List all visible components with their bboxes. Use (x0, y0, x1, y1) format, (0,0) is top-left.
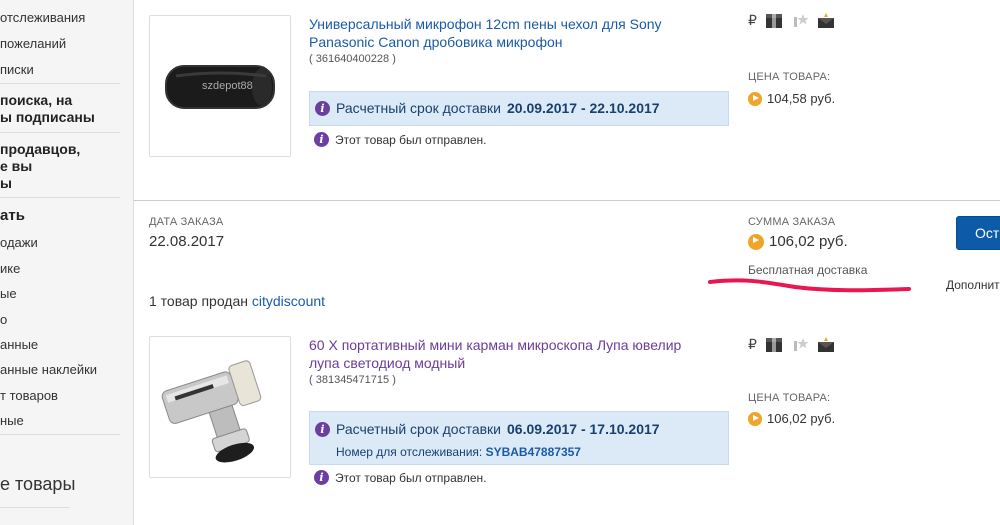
sidebar-divider (0, 434, 120, 435)
title-line: Универсальный микрофон 12cm пены чехол д… (309, 16, 662, 32)
sidebar-item[interactable]: ные (0, 413, 24, 428)
sidebar-item-wishlist[interactable]: пожеланий (0, 36, 66, 51)
sidebar-divider (0, 132, 120, 133)
item-title-link[interactable]: Универсальный микрофон 12cm пены чехол д… (309, 15, 729, 51)
red-underline-annotation (708, 278, 911, 293)
delivery-estimate-box: i Расчетный срок доставки 20.09.2017 - 2… (309, 91, 729, 126)
info-icon: i (314, 132, 329, 147)
tracking-label: Номер для отслеживания: (336, 445, 483, 459)
feedback-icon[interactable] (791, 13, 809, 29)
sidebar-saved-sellers[interactable]: продавцов, е вы ы (0, 141, 80, 192)
order-action-button[interactable]: Ост (956, 216, 1000, 250)
item-price-label: ЦЕНА ТОВАРА: (748, 392, 831, 404)
item-thumbnail[interactable]: szdepot88 (149, 15, 291, 157)
delivery-dates: 20.09.2017 - 22.10.2017 (507, 100, 660, 116)
sidebar-item[interactable]: ые (0, 286, 17, 301)
payment-icon[interactable]: ₽ (748, 336, 757, 353)
delivery-estimate-box: i Расчетный срок доставки 06.09.2017 - 1… (309, 411, 729, 465)
order-date-label: ДАТА ЗАКАЗА (149, 216, 224, 228)
sidebar-item[interactable]: т товаров (0, 388, 58, 403)
image-watermark: szdepot88 (202, 80, 253, 92)
tracking-row: Номер для отслеживания: SYBAB47887357 (336, 445, 581, 459)
title-line: Panasonic Canon дробовика микрофон (309, 34, 563, 50)
delivery-label: Расчетный срок доставки (336, 100, 501, 116)
left-sidebar: отслеживания пожеланий писки поиска, на … (0, 0, 134, 525)
package-icon[interactable] (765, 13, 783, 29)
info-icon: i (315, 421, 330, 437)
pocket-microscope-image (161, 360, 262, 463)
sidebar-item[interactable]: ике (0, 261, 20, 276)
coin-icon (748, 233, 764, 250)
feedback-icon[interactable] (791, 337, 809, 353)
sidebar-item[interactable]: о (0, 312, 7, 327)
sidebar-divider (0, 197, 120, 198)
delivery-label: Расчетный срок доставки (336, 421, 501, 437)
order-total-label: СУММА ЗАКАЗА (748, 216, 836, 228)
sidebar-item[interactable]: одажи (0, 235, 38, 250)
sidebar-head-line: е вы (0, 158, 33, 174)
more-actions-link[interactable]: Дополнит (946, 278, 1000, 292)
mail-icon[interactable] (817, 12, 835, 29)
sidebar-head-line: ы подписаны (0, 109, 95, 125)
status-text: Этот товар был отправлен. (335, 132, 487, 147)
sidebar-item[interactable]: анные (0, 337, 38, 352)
item-price-label: ЦЕНА ТОВАРА: (748, 71, 831, 83)
coin-icon (748, 411, 762, 426)
order-date: 22.08.2017 (149, 233, 225, 250)
sidebar-head-line: поиска, на (0, 92, 73, 108)
item-status-icons: ₽ (748, 336, 835, 353)
item-thumbnail[interactable] (149, 336, 291, 478)
coin-icon (748, 91, 762, 106)
package-icon[interactable] (765, 337, 783, 353)
delivery-dates: 06.09.2017 - 17.10.2017 (507, 421, 660, 437)
order-total: 106,02 руб. (748, 233, 848, 250)
info-icon: i (315, 100, 330, 116)
shipped-status: i Этот товар был отправлен. (314, 132, 487, 147)
item-status-icons: ₽ (748, 12, 835, 29)
price-value: 104,58 руб. (767, 91, 836, 106)
sidebar-item-lists[interactable]: писки (0, 62, 34, 77)
sidebar-item-tracking[interactable]: отслеживания (0, 10, 85, 25)
sidebar-saved-searches[interactable]: поиска, на ы подписаны (0, 92, 95, 126)
item-title-link[interactable]: 60 X портативный мини карман микроскопа … (309, 336, 729, 372)
sidebar-item[interactable]: анные наклейки (0, 362, 97, 377)
sold-by-prefix: 1 товар продан (149, 293, 248, 309)
item-price: 106,02 руб. (748, 411, 835, 426)
item-price: 104,58 руб. (748, 91, 835, 106)
sold-by: 1 товар продан citydiscount (149, 293, 325, 309)
shipped-status: i Этот товар был отправлен. (314, 470, 487, 485)
sidebar-head-line: ы (0, 175, 12, 191)
sidebar-section-title: ать (0, 207, 25, 224)
mail-icon[interactable] (817, 336, 835, 353)
sidebar-head-line: продавцов, (0, 141, 81, 157)
sidebar-divider (0, 83, 120, 84)
info-icon: i (314, 470, 329, 485)
sidebar-divider (0, 507, 70, 508)
tracking-number-link[interactable]: SYBAB47887357 (486, 445, 581, 459)
title-line: лупа светодиод модный (309, 355, 466, 371)
sidebar-bottom-title[interactable]: е товары (0, 474, 75, 495)
payment-icon[interactable]: ₽ (748, 12, 757, 29)
item-number: ( 361640400228 ) (309, 53, 396, 65)
price-value: 106,02 руб. (767, 411, 836, 426)
order-total-value: 106,02 руб. (769, 233, 848, 250)
title-line: 60 X портативный мини карман микроскопа … (309, 337, 682, 353)
status-text: Этот товар был отправлен. (335, 470, 487, 485)
order-divider (134, 200, 1000, 201)
seller-link[interactable]: citydiscount (252, 293, 325, 309)
item-number: ( 381345471715 ) (309, 374, 396, 386)
